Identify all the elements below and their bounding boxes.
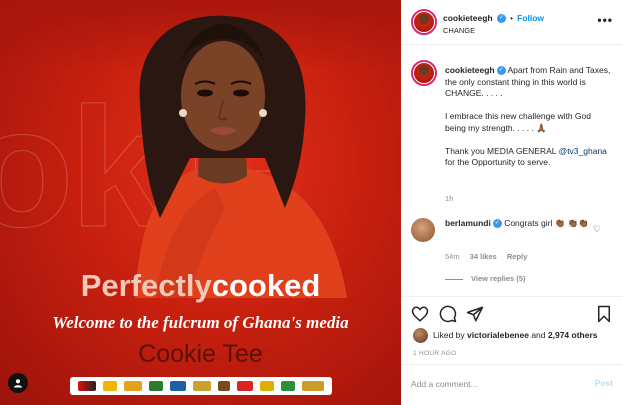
sponsor-logo [148, 381, 163, 391]
post-timestamp[interactable]: 1 HOUR AGO [413, 350, 456, 357]
headline-word-1: Perfectly [80, 268, 212, 303]
commenter-username[interactable]: berlamundi [445, 218, 491, 228]
view-replies-label: View replies (5) [471, 274, 526, 283]
sponsor-logo [281, 381, 296, 391]
headline: Perfectlycooked [0, 268, 401, 304]
author-line: cookieteegh ✓ • Follow [443, 13, 544, 24]
post-comment-button[interactable]: Post [595, 378, 613, 388]
caption-username[interactable]: cookieteegh [445, 65, 495, 75]
comments-scroll-area[interactable]: cookieteegh ✓ Apart from Rain and Taxes, … [401, 46, 623, 296]
replies-divider [445, 278, 463, 280]
sponsor-logo [169, 381, 186, 391]
view-replies-button[interactable]: View replies (5) [445, 274, 525, 283]
comment-like-heart-icon[interactable]: ♡ [593, 224, 601, 235]
more-options-icon[interactable]: ••• [597, 13, 613, 27]
post-image[interactable]: okie Perfectlycooked Welcome to the fulc… [0, 0, 401, 405]
mention-link[interactable]: @tv3_ghana [559, 146, 607, 156]
sponsor-logo-bar [70, 377, 332, 395]
liked-by-prefix: Liked by [433, 330, 465, 340]
comment-likes[interactable]: 34 likes [470, 252, 497, 261]
separator-dot: • [510, 14, 513, 23]
sponsor-logo [302, 381, 325, 391]
user-icon [14, 379, 22, 388]
author-avatar[interactable] [411, 9, 437, 35]
follow-button[interactable]: Follow [517, 13, 544, 23]
portrait-illustration [135, 15, 347, 298]
verified-badge-icon: ✓ [496, 14, 506, 24]
post-actions: Liked by victorialebenee and 2,974 other… [401, 296, 623, 364]
comment-reply-button[interactable]: Reply [507, 252, 527, 261]
sponsor-logo [102, 381, 117, 391]
comment-input[interactable] [411, 376, 571, 392]
post-caption: cookieteegh ✓ Apart from Rain and Taxes, … [445, 65, 613, 180]
heart-icon[interactable] [411, 305, 429, 323]
liker-avatar[interactable] [413, 328, 428, 343]
comment-text: Congrats girl 👏🏾 👏🏾👏🏾 [504, 218, 589, 228]
host-name: Cookie Tee [138, 340, 263, 368]
liked-by-text: Liked by victorialebenee and 2,974 other… [433, 330, 598, 340]
caption-avatar[interactable] [411, 60, 437, 86]
caption-text-4: for the Opportunity to serve. [445, 157, 551, 167]
post-location[interactable]: CHANGE [443, 26, 475, 35]
sponsor-logo [123, 381, 142, 391]
comment-time[interactable]: 54m [445, 252, 460, 261]
liked-by-user[interactable]: victorialebenee [467, 330, 529, 340]
headline-word-2: cooked [211, 268, 321, 303]
sponsor-logo [237, 381, 254, 391]
tagline: Welcome to the fulcrum of Ghana's media [52, 313, 349, 332]
verified-badge-icon: ✓ [492, 219, 502, 229]
liked-by-and: and [531, 330, 546, 340]
author-username[interactable]: cookieteegh [443, 13, 493, 23]
share-icon[interactable] [466, 305, 484, 323]
comment-meta: 54m 34 likes Reply [445, 252, 535, 261]
sponsor-logo [77, 381, 96, 391]
caption-timestamp[interactable]: 1h [445, 194, 453, 203]
sponsor-logo [192, 381, 211, 391]
sponsor-logo [260, 381, 275, 391]
comment: berlamundi ✓ Congrats girl 👏🏾 👏🏾👏🏾 [445, 218, 595, 230]
liked-by-count[interactable]: 2,974 others [548, 330, 598, 340]
add-comment-bar: Post [401, 364, 623, 405]
caption-text-3: Thank you MEDIA GENERAL [445, 145, 557, 156]
verified-badge-icon: ✓ [496, 66, 506, 76]
post-side-panel: cookieteegh ✓ • Follow CHANGE ••• cookie… [401, 0, 623, 405]
sponsor-logo [218, 381, 230, 391]
comment-icon[interactable] [439, 305, 457, 323]
tagged-people-button[interactable] [8, 373, 28, 393]
caption-text-2: I embrace this new challenge with God be… [445, 111, 591, 133]
commenter-avatar[interactable] [411, 218, 435, 242]
post-header: cookieteegh ✓ • Follow CHANGE ••• [401, 0, 623, 45]
bookmark-icon[interactable] [595, 305, 613, 323]
